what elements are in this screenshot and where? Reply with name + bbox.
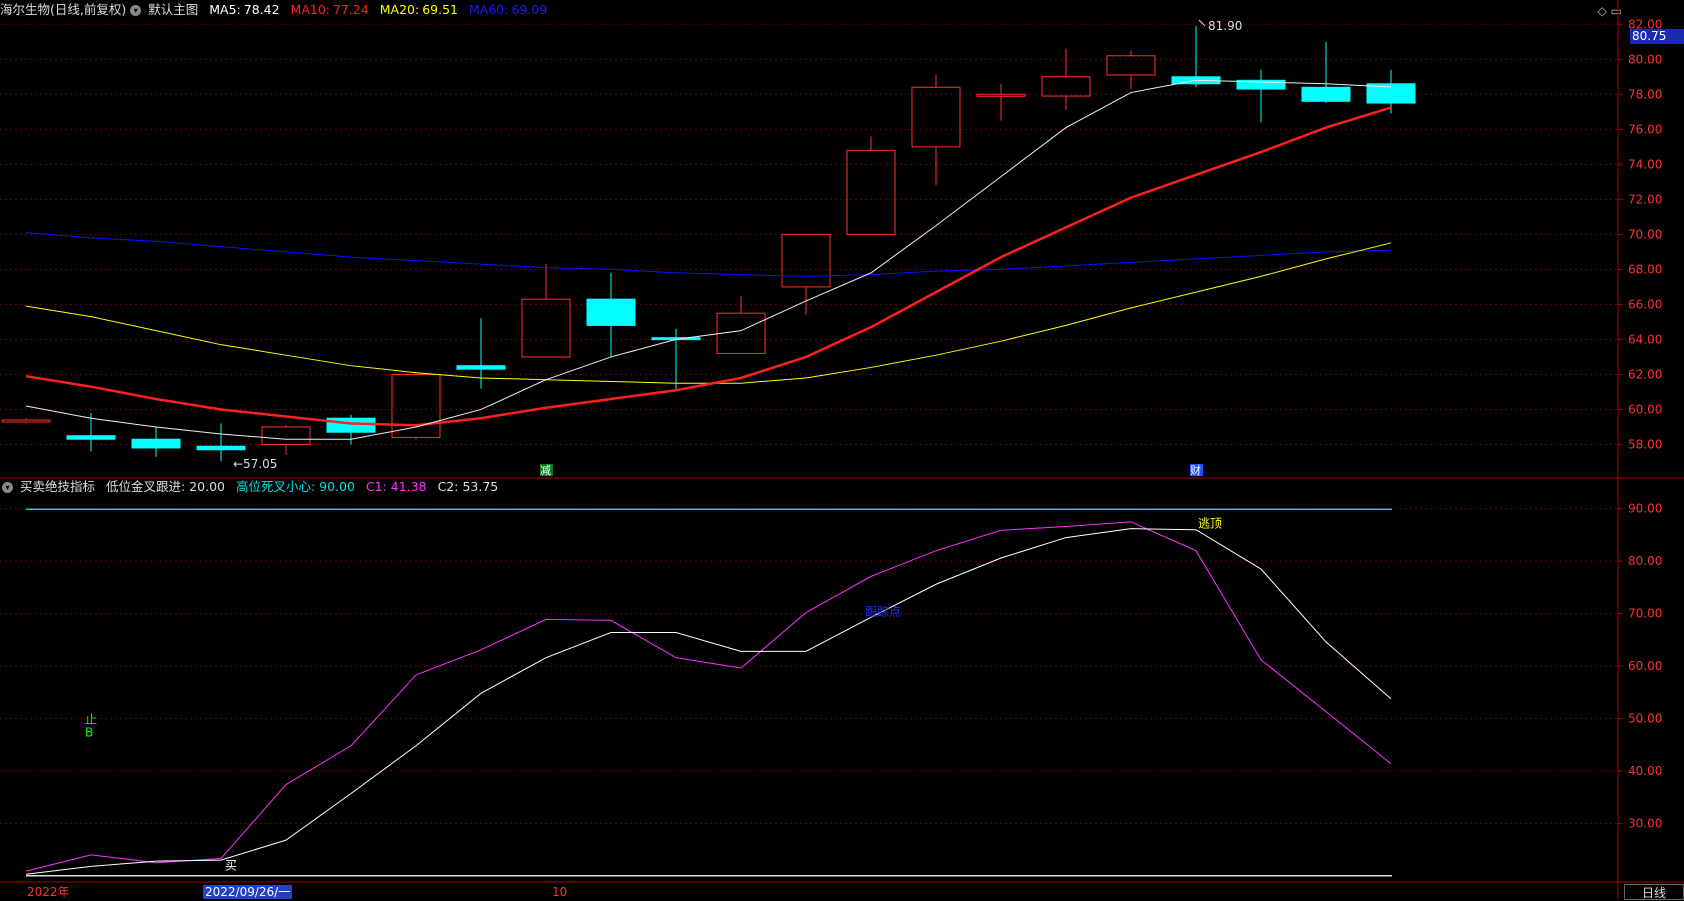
stock-chart[interactable]: 82.00 80.00 78.00 76.00 74.00 72.00 70.00 68.00… — [0, 0, 1684, 900]
y-tick-label: 66.00 — [1628, 297, 1662, 311]
candle-body — [1, 419, 51, 423]
annotation-arrow — [1198, 19, 1206, 27]
signal-annotation: 止 — [85, 713, 97, 727]
y-tick-label: 30.00 — [1628, 816, 1662, 830]
y-tick-label: 70.00 — [1628, 227, 1662, 241]
y-tick-label: 72.00 — [1628, 192, 1662, 206]
period-button[interactable]: 日线 — [1624, 884, 1684, 900]
candle-body — [391, 373, 441, 438]
y-tick-label: 76.00 — [1628, 122, 1662, 136]
candle-body — [196, 445, 246, 451]
y-tick-label: 80.00 — [1628, 52, 1662, 66]
candle-body — [781, 233, 831, 288]
series-c2-line — [25, 528, 1392, 875]
signal-annotation: B — [85, 725, 93, 739]
ma20-line — [25, 242, 1392, 384]
candle-body — [846, 149, 896, 235]
y-tick-label: 58.00 — [1628, 437, 1662, 451]
candle-body — [66, 435, 116, 440]
candle-body — [261, 426, 311, 445]
candle-body — [1301, 86, 1351, 102]
y-tick-label: 50.00 — [1628, 711, 1662, 725]
price-plot: ←57.05 81.90 减 财 — [1, 19, 1416, 477]
x-axis-month-label: 10 — [552, 885, 567, 899]
signal-annotation: 逃顶 — [1198, 517, 1222, 531]
grid-lines — [0, 23, 1618, 824]
candle-body — [1041, 76, 1091, 97]
y-tick-label: 60.00 — [1628, 659, 1662, 673]
candle-body — [131, 438, 181, 449]
ma10-line — [25, 106, 1392, 427]
y-tick-label: 64.00 — [1628, 332, 1662, 346]
price-annotation: 81.90 — [1208, 19, 1242, 33]
candle-body — [456, 365, 506, 370]
event-marker: 财 — [1190, 463, 1201, 477]
signal-annotation: 买 — [225, 859, 237, 873]
y-tick-label: 60.00 — [1628, 402, 1662, 416]
y-tick-label: 78.00 — [1628, 87, 1662, 101]
series-c1-line — [25, 521, 1392, 872]
y-tick-label: 82.00 — [1628, 17, 1662, 31]
candle-body — [521, 298, 571, 358]
y-tick-label: 80.00 — [1628, 554, 1662, 568]
y-tick-label: 74.00 — [1628, 157, 1662, 171]
y-tick-label: 62.00 — [1628, 367, 1662, 381]
y-tick-label: 90.00 — [1628, 502, 1662, 516]
price-annotation: ←57.05 — [233, 457, 277, 471]
y-tick-label: 70.00 — [1628, 607, 1662, 621]
candle-body — [976, 93, 1026, 97]
x-axis-year-label: 2022年 — [27, 885, 70, 899]
event-marker: 减 — [540, 464, 551, 477]
y-tick-label: 68.00 — [1628, 262, 1662, 276]
signal-annotation: 跟踪点 — [865, 605, 901, 619]
candle-body — [911, 86, 961, 148]
candle-body — [1106, 55, 1156, 76]
candle-body — [586, 298, 636, 326]
y-axes: 82.00 80.00 78.00 76.00 74.00 72.00 70.00 68.00… — [0, 0, 1684, 900]
candle-body — [326, 417, 376, 433]
indicator-plot: 逃顶 B止买 跟踪点 — [25, 508, 1392, 877]
crosshair-date-label: 2022/09/26/一 — [203, 885, 293, 899]
x-axis: 2022年 10 — [27, 885, 567, 899]
y-tick-label: 40.00 — [1628, 764, 1662, 778]
